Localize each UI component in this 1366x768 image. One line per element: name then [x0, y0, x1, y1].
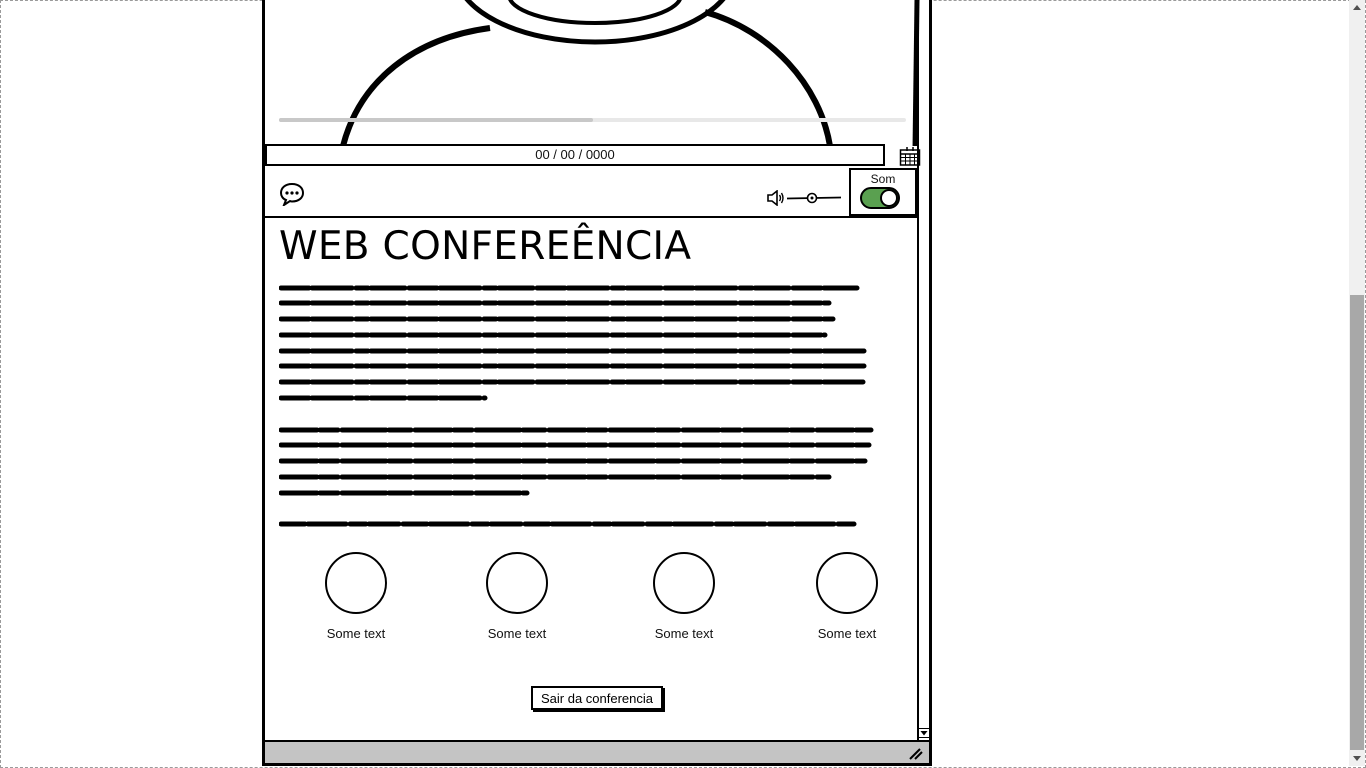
exit-conference-button[interactable]: Sair da conferencia [531, 686, 664, 710]
date-field[interactable]: 00 / 00 / 0000 [265, 144, 885, 166]
participant-label: Some text [487, 626, 547, 641]
call-toolbar: Som [265, 166, 917, 218]
frame-inner-edge [917, 0, 919, 740]
person-placeholder-icon [340, 0, 920, 146]
participant-label: Some text [654, 626, 714, 641]
avatar[interactable] [653, 552, 715, 614]
participant-4: Some text [802, 552, 892, 641]
avatar[interactable] [486, 552, 548, 614]
placeholder-text-block [279, 427, 874, 496]
main-content: WEB CONFEREÊNCIA Some text Some text Som… [265, 218, 917, 740]
scroll-down-arrow-icon[interactable] [918, 728, 930, 738]
scroll-down-arrow-icon[interactable] [1349, 750, 1365, 766]
sound-control: Som [849, 168, 917, 216]
participant-2: Some text [472, 552, 562, 641]
placeholder-text-block [279, 285, 870, 401]
avatar[interactable] [325, 552, 387, 614]
speech-bubble-icon[interactable] [279, 182, 305, 206]
participant-label: Some text [326, 626, 386, 641]
conference-window: 00 / 00 / 0000 Som WEB CONFEREÊNCIA Some… [262, 0, 932, 766]
page-title: WEB CONFEREÊNCIA [279, 224, 692, 269]
sound-label: Som [870, 172, 896, 186]
scrollbar-thumb[interactable] [1350, 295, 1364, 750]
resize-grip-icon[interactable] [909, 748, 923, 760]
status-bar [265, 740, 929, 763]
speaker-icon [767, 190, 784, 206]
participant-label: Some text [817, 626, 877, 641]
avatar[interactable] [816, 552, 878, 614]
placeholder-text-block [279, 521, 858, 527]
participant-1: Some text [311, 552, 401, 641]
participant-3: Some text [639, 552, 729, 641]
sound-toggle[interactable] [860, 187, 900, 209]
volume-slider[interactable] [787, 192, 841, 204]
video-progress-fill [279, 118, 593, 122]
toggle-knob [880, 189, 898, 207]
scroll-up-arrow-icon[interactable] [1349, 0, 1365, 16]
video-feed[interactable] [265, 0, 929, 146]
video-progress-bar[interactable] [279, 118, 906, 122]
page-scrollbar[interactable] [1349, 0, 1365, 766]
